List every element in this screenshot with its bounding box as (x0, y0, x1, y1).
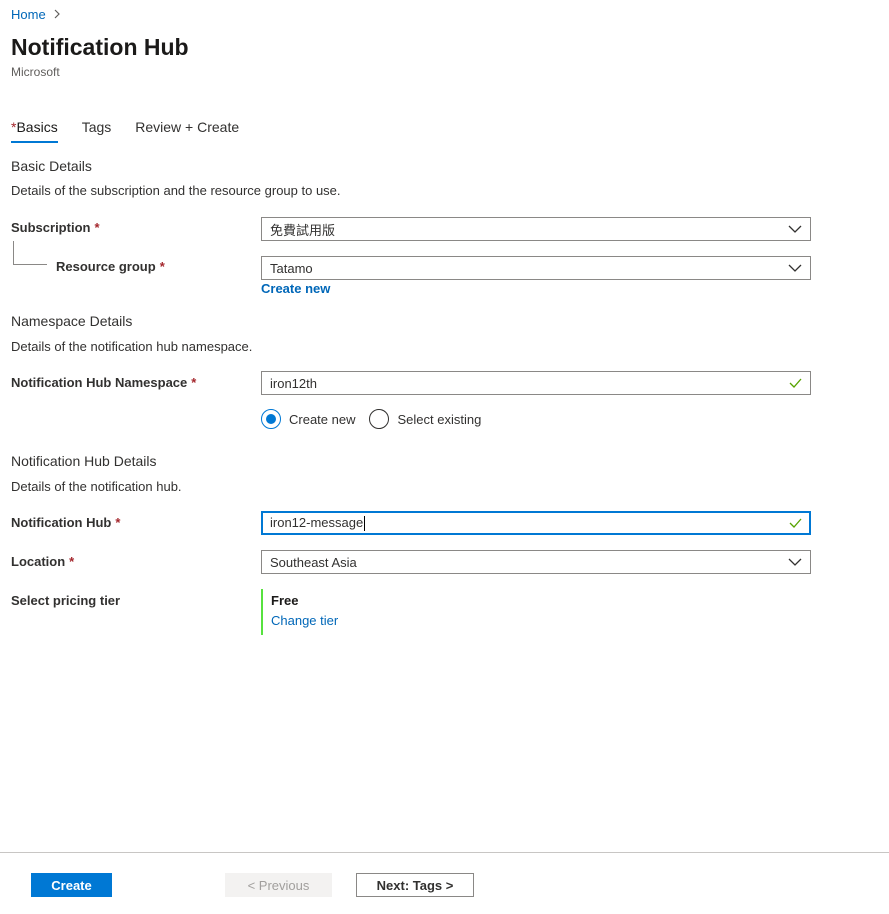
hub-name-input[interactable]: iron12-message (261, 511, 811, 535)
required-marker: * (94, 220, 100, 235)
hub-label: Notification Hub * (11, 515, 120, 530)
resource-group-label: Resource group * (56, 259, 165, 274)
create-new-resource-group-link[interactable]: Create new (261, 281, 330, 296)
tab-basics-label: Basics (16, 119, 58, 135)
namespace-value: iron12th (270, 375, 317, 391)
namespace-label-text: Notification Hub Namespace (11, 375, 188, 390)
location-label: Location * (11, 554, 74, 569)
pricing-tier-name: Free (271, 593, 299, 608)
tab-review-create-label: Review + Create (135, 119, 240, 135)
required-marker: * (115, 515, 121, 530)
namespace-mode-radio-group: Create new Select existing (261, 409, 487, 429)
namespace-input[interactable]: iron12th (261, 371, 811, 395)
required-marker: * (191, 375, 197, 390)
footer-divider (0, 852, 889, 853)
namespace-details-description: Details of the notification hub namespac… (11, 339, 253, 354)
tab-review-create[interactable]: Review + Create (135, 119, 239, 141)
hub-name-value: iron12-message (270, 514, 788, 532)
resource-group-value: Tatamo (270, 260, 313, 276)
location-label-text: Location (11, 554, 66, 569)
resource-group-dropdown[interactable]: Tatamo (261, 256, 811, 280)
wizard-tabs: *Basics Tags Review + Create (11, 119, 263, 143)
radio-create-new-label: Create new (289, 411, 356, 427)
create-button[interactable]: Create (31, 873, 112, 897)
checkmark-icon (788, 376, 802, 390)
tab-tags-label: Tags (81, 119, 112, 135)
page-title: Notification Hub (11, 34, 189, 60)
required-marker: * (69, 554, 75, 569)
basic-details-description: Details of the subscription and the reso… (11, 183, 341, 198)
hub-name-text: iron12-message (270, 514, 364, 530)
previous-button[interactable]: < Previous (225, 873, 332, 897)
chevron-right-icon (52, 8, 62, 22)
breadcrumb-home-link[interactable]: Home (11, 7, 46, 22)
location-dropdown[interactable]: Southeast Asia (261, 550, 811, 574)
tab-tags[interactable]: Tags (82, 119, 112, 141)
subscription-dropdown[interactable]: 免費試用版 (261, 217, 811, 241)
chevron-down-icon (788, 222, 802, 236)
breadcrumb: Home (11, 7, 62, 22)
subscription-value: 免費試用版 (270, 222, 336, 238)
change-tier-link[interactable]: Change tier (271, 613, 338, 628)
hub-details-heading: Notification Hub Details (11, 453, 157, 469)
subscription-label: Subscription * (11, 220, 100, 235)
radio-select-existing-label: Select existing (397, 411, 482, 427)
subscription-label-text: Subscription (11, 220, 91, 235)
radio-unchecked-icon (369, 409, 390, 429)
hub-details-description: Details of the notification hub. (11, 479, 182, 494)
required-marker: * (159, 259, 165, 274)
hub-label-text: Notification Hub (11, 515, 112, 530)
namespace-details-heading: Namespace Details (11, 313, 133, 329)
basic-details-heading: Basic Details (11, 158, 92, 174)
pricing-tier-summary: Free Change tier (261, 589, 338, 635)
page-subtitle: Microsoft (11, 65, 60, 79)
tab-basics[interactable]: *Basics (11, 119, 58, 143)
next-tags-button[interactable]: Next: Tags > (356, 873, 474, 897)
resource-group-label-text: Resource group (56, 259, 156, 274)
pricing-tier-label: Select pricing tier (11, 593, 121, 608)
tree-connector (13, 241, 47, 265)
location-value: Southeast Asia (270, 554, 357, 570)
checkmark-icon (788, 516, 802, 530)
chevron-down-icon (788, 261, 802, 275)
radio-select-existing[interactable]: Select existing (369, 409, 481, 429)
chevron-down-icon (788, 555, 802, 569)
namespace-label: Notification Hub Namespace * (11, 375, 196, 390)
text-cursor (364, 516, 366, 532)
radio-create-new[interactable]: Create new (261, 409, 355, 429)
radio-checked-icon (261, 409, 281, 429)
